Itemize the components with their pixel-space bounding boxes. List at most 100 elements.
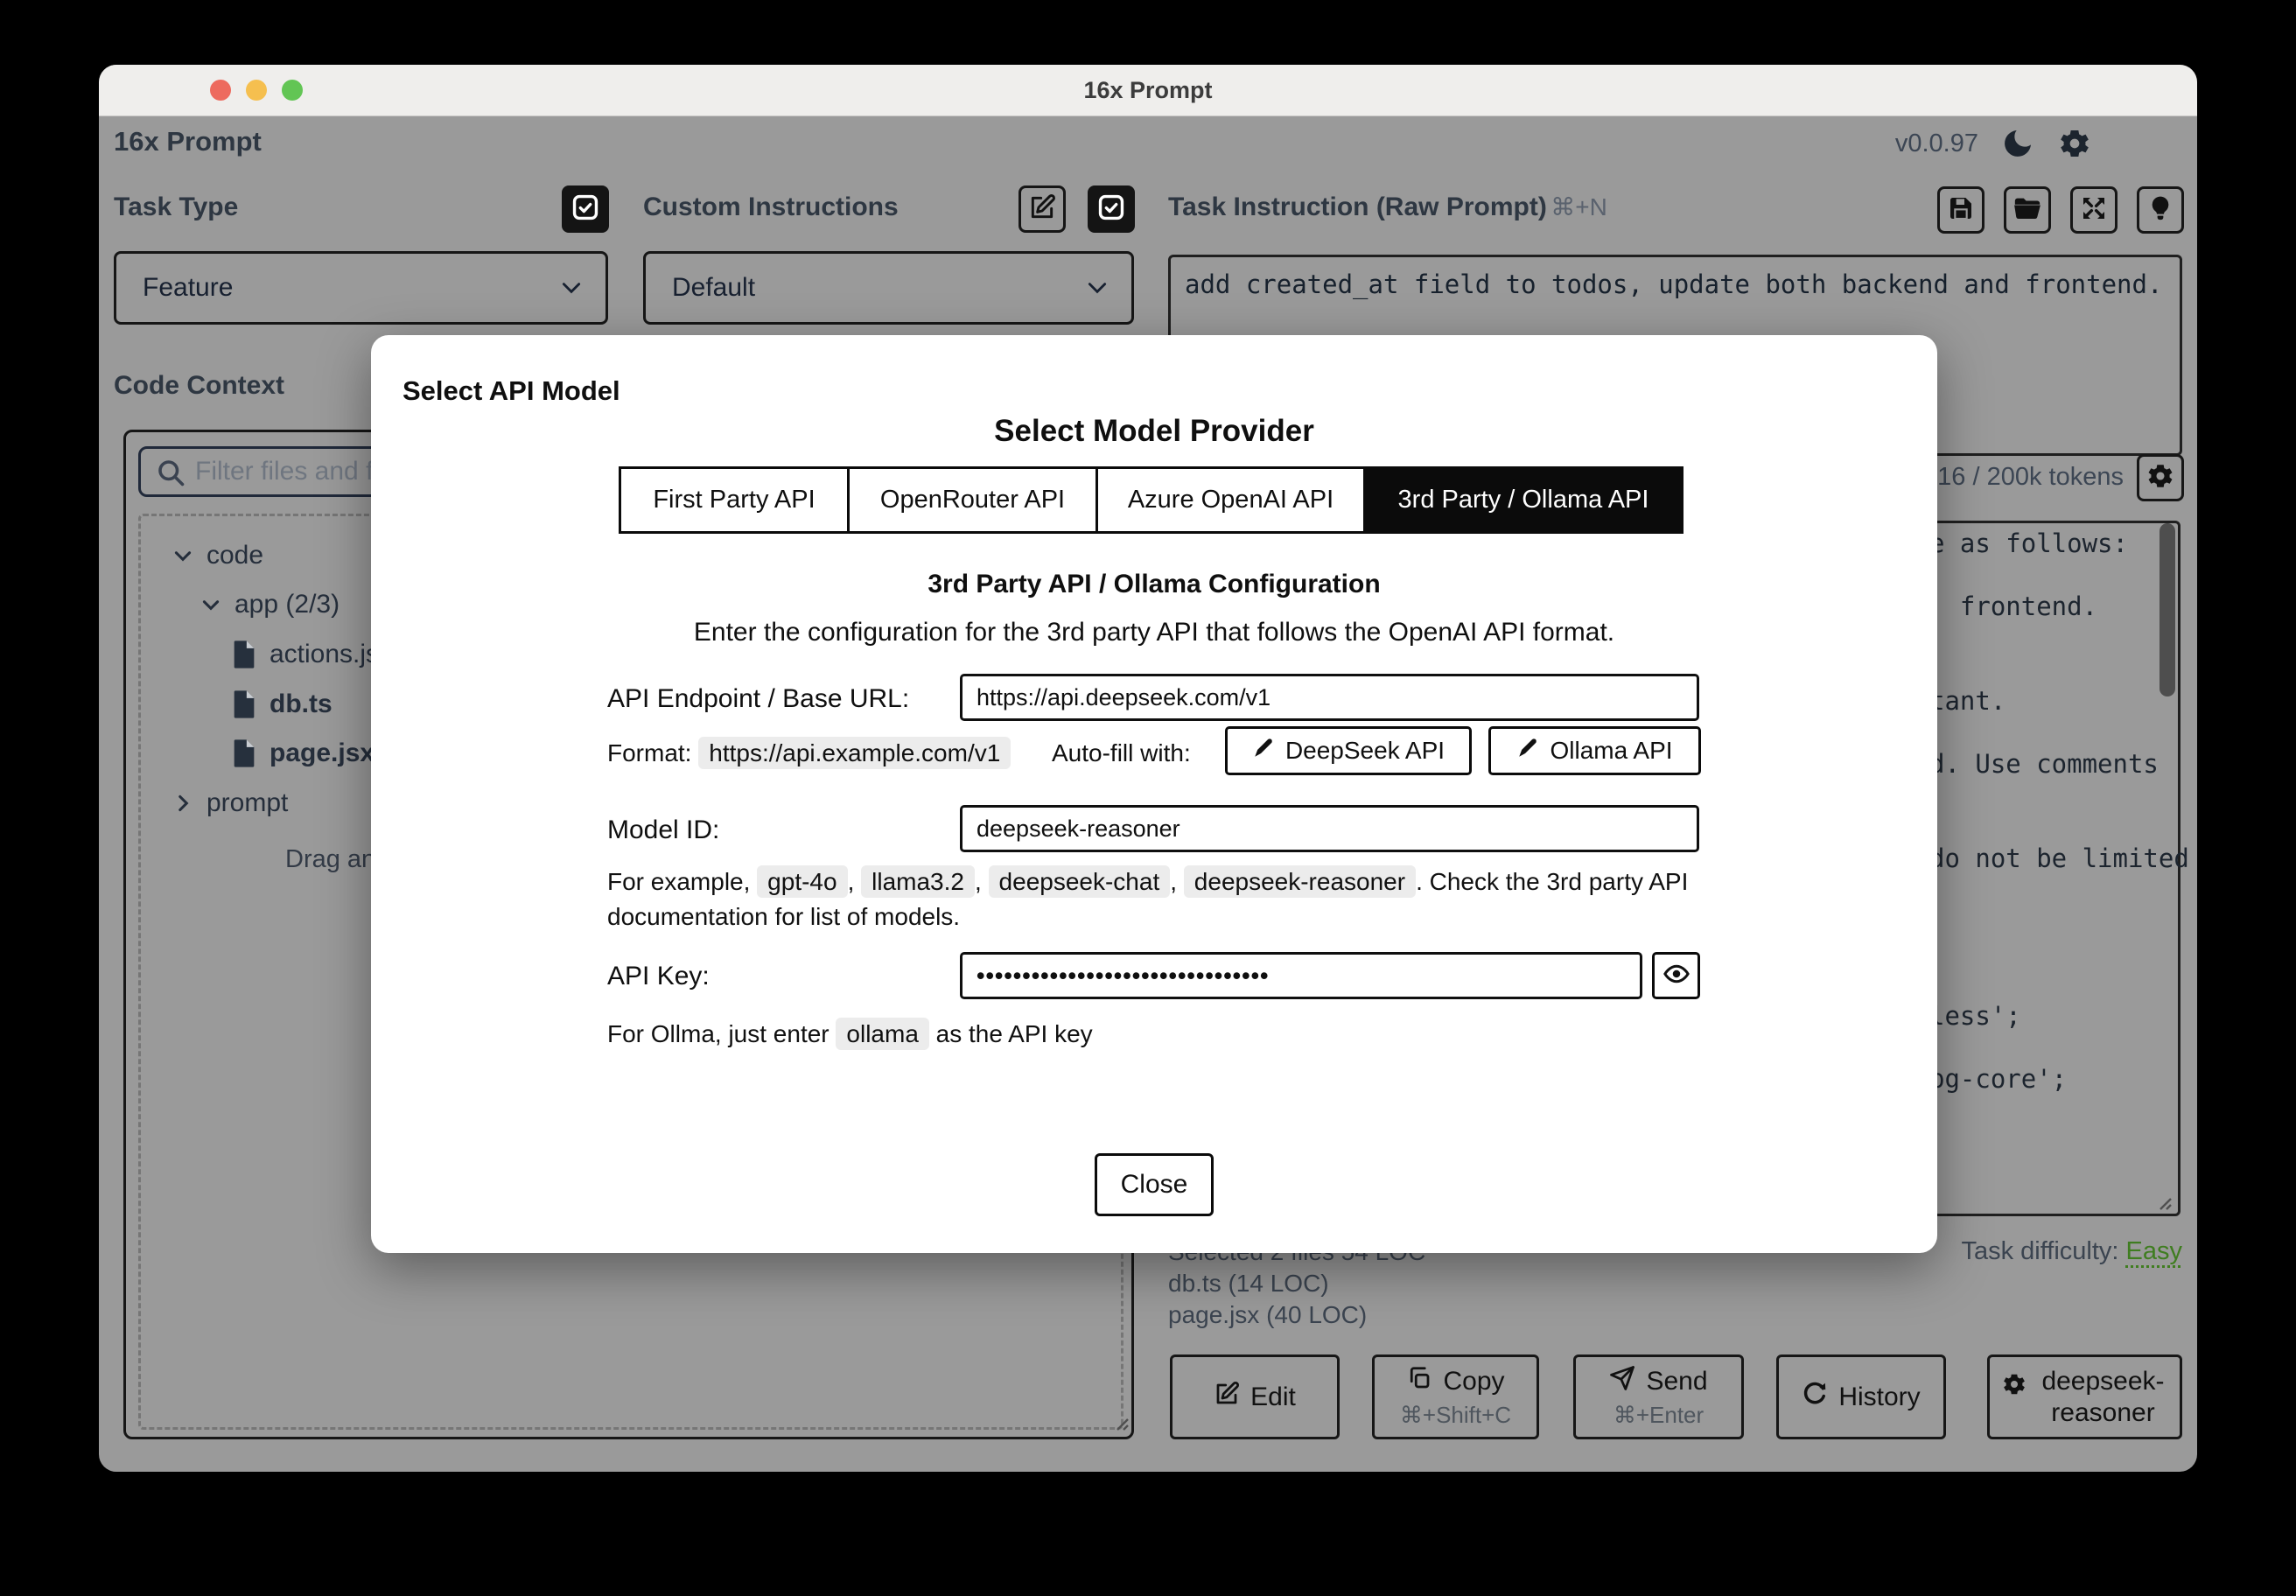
gear-icon [2001,1371,2027,1404]
task-difficulty-value[interactable]: Easy [2126,1237,2182,1265]
folder-open-icon [2012,193,2042,228]
titlebar: 16x Prompt [99,65,2197,116]
tree-item-label: page.jsx [270,738,375,767]
lightbulb-icon [2146,194,2174,227]
send-button[interactable]: Send ⌘+Enter [1573,1354,1744,1439]
tab-3rd-party-ollama-api[interactable]: 3rd Party / Ollama API [1363,466,1684,534]
selected-file-1: db.ts (14 LOC) [1168,1270,1329,1297]
toggle-api-key-visibility-button[interactable] [1652,952,1700,999]
custom-instructions-select[interactable]: Default [643,251,1134,325]
token-settings-button[interactable] [2137,454,2184,501]
gear-icon [2146,461,2175,495]
autofill-ollama-button[interactable]: Ollama API [1488,726,1701,775]
custom-instructions-toggle-button[interactable] [1088,186,1135,233]
api-key-label: API Key: [607,962,710,990]
autofill-deepseek-button[interactable]: DeepSeek API [1225,726,1472,775]
send-shortcut: ⌘+Enter [1613,1402,1704,1428]
tree-item-label: code [206,541,264,570]
task-instruction-shortcut: ⌘+N [1550,193,1607,220]
task-difficulty-label: Task difficulty: [1961,1237,2119,1265]
chevron-right-icon [172,792,194,815]
tab-azure-openai-api[interactable]: Azure OpenAI API [1096,466,1366,534]
model-id-label: Model ID: [607,816,720,844]
hint-text: . Check the 3rd party API [1416,868,1689,895]
task-instruction-label: Task Instruction (Raw Prompt) [1168,192,1547,221]
tab-openrouter-api[interactable]: OpenRouter API [847,466,1098,534]
tree-item-app[interactable]: app (2/3) [200,585,340,624]
copy-shortcut: ⌘+Shift+C [1399,1402,1512,1428]
format-example: https://api.example.com/v1 [698,737,1012,769]
model-example-chip: gpt-4o [757,865,848,898]
final-prompt-text: e as follows: frontend. tant. d. Use com… [1929,528,2189,1094]
close-button[interactable]: Close [1095,1153,1214,1216]
save-prompt-button[interactable] [1937,186,1984,234]
configuration-title: 3rd Party API / Ollama Configuration [928,570,1381,598]
dialog-title: Select API Model [402,375,620,406]
history-button-label: History [1838,1382,1921,1411]
tree-item-label: db.ts [270,690,332,718]
task-instruction-text: add created_at field to todos, update bo… [1185,270,2163,299]
app-version: v0.0.97 [1894,130,1978,158]
tree-item-label: app (2/3) [234,590,340,619]
model-selector-button[interactable]: deepseek-reasoner [1987,1354,2182,1439]
copy-button[interactable]: Copy ⌘+Shift+C [1372,1354,1539,1439]
endpoint-format-hint: Format: https://api.example.com/v1 [607,736,1012,771]
hint-text: For Ollma, just enter [607,1020,836,1047]
tree-item-db-ts[interactable]: db.ts [231,685,332,724]
endpoint-label: API Endpoint / Base URL: [607,684,910,713]
edit-button[interactable]: Edit [1170,1354,1340,1439]
provider-tabs: First Party API OpenRouter API Azure Ope… [619,466,1684,534]
hint-sep: , [974,868,989,895]
copy-icon [1406,1365,1432,1398]
endpoint-input[interactable] [960,674,1699,721]
selected-file-2: page.jsx (40 LOC) [1168,1301,1368,1328]
chevron-down-icon [200,593,222,616]
autofill-label: Auto-fill with: [1052,739,1191,766]
tree-item-prompt[interactable]: prompt [172,784,288,822]
hint-text: For example, [607,868,758,895]
format-label: Format: [607,739,692,766]
gear-icon[interactable] [2057,126,2092,161]
tree-item-code[interactable]: code [172,536,263,575]
pencil-square-icon [1214,1381,1240,1414]
tree-item-label: prompt [206,788,289,817]
hint-text: as the API key [928,1020,1093,1047]
custom-instructions-label: Custom Instructions [643,192,899,221]
model-id-hint: For example, gpt-4o, llama3.2, deepseek-… [607,864,1701,934]
app-name: 16x Prompt [114,126,262,157]
select-api-model-dialog: Select API Model Select Model Provider F… [371,335,1937,1253]
tab-first-party-api[interactable]: First Party API [619,466,850,534]
configuration-description: Enter the configuration for the 3rd part… [693,618,1615,647]
chevron-down-icon [172,544,194,567]
edit-custom-instructions-button[interactable] [1018,186,1066,233]
hint-sep: , [1170,868,1184,895]
api-key-input[interactable] [960,952,1642,999]
expand-icon-button[interactable] [2070,186,2118,234]
model-example-chip: deepseek-chat [988,865,1171,898]
send-button-label: Send [1646,1367,1708,1396]
open-prompt-button[interactable] [2004,186,2051,234]
chevron-down-icon [562,283,581,294]
task-type-label: Task Type [114,192,239,221]
resize-grip-icon[interactable] [2153,1192,2173,1211]
tree-item-actions-js[interactable]: actions.js [231,635,379,674]
app-header: 16x Prompt v0.0.97 [99,116,2197,170]
moon-icon[interactable] [2000,126,2035,161]
file-icon [231,738,257,768]
scrollbar-thumb[interactable] [2160,523,2175,696]
pencil-square-icon [1028,193,1056,226]
arrows-out-icon [2080,194,2108,227]
task-difficulty: Task difficulty: Easy [1961,1237,2182,1266]
resize-grip-icon[interactable] [1110,1412,1130,1432]
code-context-label: Code Context [114,371,284,400]
model-id-input[interactable] [960,805,1699,852]
task-type-value: Feature [143,273,234,302]
task-type-toggle-button[interactable] [562,186,609,233]
history-button[interactable]: History [1776,1354,1946,1439]
lightbulb-icon-button[interactable] [2137,186,2184,234]
tree-item-page-jsx[interactable]: page.jsx [231,734,374,773]
paper-plane-icon [1609,1365,1635,1398]
pen-icon [1516,737,1539,766]
edit-button-label: Edit [1250,1382,1296,1411]
task-type-select[interactable]: Feature [114,251,608,325]
